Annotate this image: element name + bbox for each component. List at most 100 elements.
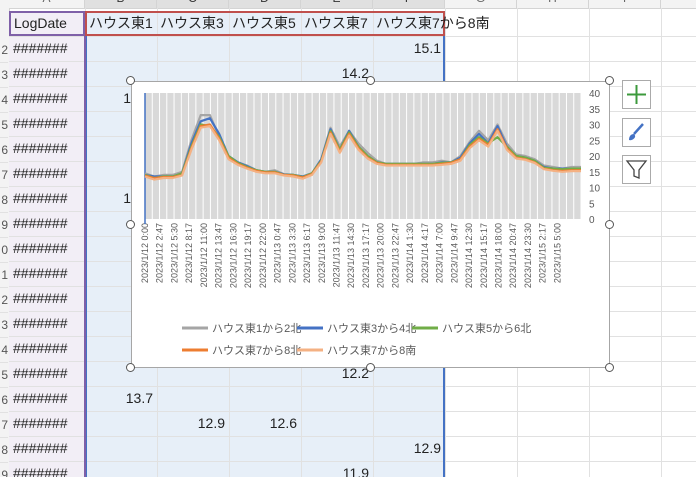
y-tick-label: 25 [589,136,601,147]
x-tick-label: 2023/1/12 19:17 [243,223,253,288]
cell-a1[interactable]: LogDate [14,11,67,36]
column-header-g[interactable]: G [445,0,517,8]
cell-d17[interactable]: 12.6 [229,411,297,436]
cell-f1[interactable]: ハウス東7から8南 [376,11,490,36]
cell-b8[interactable]: 1 [121,186,131,211]
y-tick-label: 35 [589,105,601,116]
row-header[interactable]: 7 [0,413,8,438]
y-tick-label: 15 [589,168,601,179]
row-header[interactable]: 3 [0,313,8,338]
cell-date[interactable]: ####### [13,161,68,186]
row-header[interactable]: 9 [0,213,8,238]
cell-date[interactable]: ####### [13,411,68,436]
row-header[interactable]: 9 [0,463,8,477]
cell-f2[interactable]: 15.1 [373,36,441,61]
cell-b16[interactable]: 13.7 [85,386,153,411]
cell-date[interactable]: ####### [13,36,68,61]
chart-styles-button[interactable] [622,118,651,147]
resize-handle-bottom-left[interactable] [126,363,135,372]
plus-icon [627,85,646,104]
column-header-c[interactable]: C [157,0,229,8]
x-tick-label: 2023/1/14 1:30 [405,223,415,283]
column-header-d[interactable]: D [229,0,301,8]
chart-filters-button[interactable] [622,155,651,184]
cell-date[interactable]: ####### [13,436,68,461]
cell-date[interactable]: ####### [13,211,68,236]
cell-date[interactable]: ####### [13,61,68,86]
cell-b4[interactable]: 1 [121,86,131,111]
x-tick-label: 2023/1/12 5:30 [169,223,179,283]
cell-date[interactable]: ####### [13,336,68,361]
y-tick-label: 30 [589,121,601,132]
x-tick-label: 2023/1/14 12:30 [464,223,474,288]
x-tick-label: 2023/1/14 15:17 [479,223,489,288]
filter-icon [625,160,648,179]
cell-date[interactable]: ####### [13,236,68,261]
cell-e19[interactable]: 11.9 [301,461,369,477]
cell-c17[interactable]: 12.9 [157,411,225,436]
cell-date[interactable]: ####### [13,261,68,286]
row-header[interactable]: 8 [0,438,8,463]
x-tick-label: 2023/1/13 0:47 [273,223,283,283]
x-tick-label: 2023/1/12 16:30 [228,223,238,288]
resize-handle-top[interactable] [366,76,375,85]
row-header[interactable]: 5 [0,113,8,138]
resize-handle-bottom-right[interactable] [605,363,614,372]
cell-date[interactable]: ####### [13,361,68,386]
row-header[interactable]: 2 [0,38,8,63]
x-tick-label: 2023/1/13 22:47 [390,223,400,288]
resize-handle-bottom[interactable] [366,363,375,372]
x-tick-label: 2023/1/13 11:47 [331,223,341,287]
cell-e1[interactable]: ハウス東7 [304,11,368,36]
x-tick-label: 2023/1/12 8:17 [184,223,194,283]
cell-date[interactable]: ####### [13,136,68,161]
cell-date[interactable]: ####### [13,286,68,311]
cell-date[interactable]: ####### [13,311,68,336]
column-header-i[interactable]: I [589,0,661,8]
row-header[interactable]: 4 [0,338,8,363]
x-tick-label: 2023/1/13 14:30 [346,223,356,288]
cell-date[interactable]: ####### [13,186,68,211]
x-tick-label: 2023/1/14 20:47 [508,223,518,288]
cell-date[interactable]: ####### [13,386,68,411]
x-tick-label: 2023/1/12 11:00 [199,223,209,287]
resize-handle-right[interactable] [605,220,614,229]
cell-d1[interactable]: ハウス東5 [232,11,296,36]
y-tick-label: 20 [589,152,601,163]
resize-handle-left[interactable] [126,220,135,229]
row-header[interactable]: 4 [0,88,8,113]
row-header[interactable]: 8 [0,188,8,213]
resize-handle-top-right[interactable] [605,76,614,85]
legend-label: ハウス東5から6北 [442,322,531,335]
x-tick-label: 2023/1/13 20:00 [376,223,386,288]
cell-f18[interactable]: 12.9 [373,436,441,461]
row-header[interactable]: 2 [0,288,8,313]
line-chart[interactable]: 0 5 10 15 20 25 30 35 40 2023/1/12 0:00 2023/1/12 … [131,81,610,368]
row-header[interactable]: 3 [0,63,8,88]
row-header[interactable]: 7 [0,163,8,188]
x-tick-label: 2023/1/12 22:00 [258,223,268,288]
row-header[interactable]: 0 [0,238,8,263]
row-header[interactable]: 1 [0,263,8,288]
row-header[interactable]: 6 [0,388,8,413]
x-tick-label: 2023/1/14 9:47 [449,223,459,283]
brush-icon [629,123,644,141]
column-header-h[interactable]: H [517,0,589,8]
x-tick-label: 2023/1/14 18:00 [494,223,504,288]
column-header-b[interactable]: B [85,0,157,8]
cell-date[interactable]: ####### [13,111,68,136]
cell-date[interactable]: ####### [13,461,68,477]
row-header[interactable]: 6 [0,138,8,163]
column-header-f[interactable]: F [373,0,445,8]
chart-plot: 0 5 10 15 20 25 30 35 40 2023/1/12 0:00 2023/1/12 … [140,89,601,357]
column-header-e[interactable]: E [301,0,373,8]
row-header[interactable]: 5 [0,363,8,388]
cell-b1[interactable]: ハウス東1 [89,11,153,36]
cell-date[interactable]: ####### [13,86,68,111]
x-tick-label: 2023/1/14 7:00 [435,223,445,283]
chart-elements-button[interactable] [622,80,651,109]
column-header-a[interactable]: A [9,0,85,8]
y-tick-label: 10 [589,184,601,195]
resize-handle-top-left[interactable] [126,76,135,85]
cell-c1[interactable]: ハウス東3 [160,11,224,36]
